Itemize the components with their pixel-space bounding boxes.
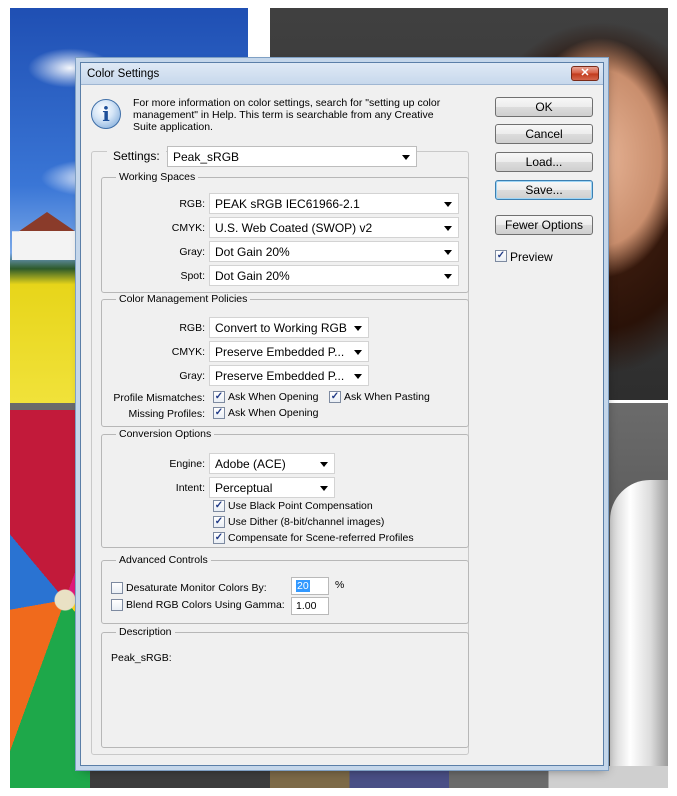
- settings-label: Settings:: [107, 149, 166, 163]
- close-icon: ✕: [580, 67, 590, 79]
- working-rgb-value: PEAK sRGB IEC61966-2.1: [215, 197, 360, 211]
- chevron-down-icon: [444, 250, 452, 255]
- load-button[interactable]: Load...: [495, 152, 593, 172]
- preview-label: Preview: [510, 250, 553, 264]
- checkbox-checked: ✓: [213, 516, 225, 528]
- working-spot-value: Dot Gain 20%: [215, 269, 290, 283]
- working-gray-select[interactable]: Dot Gain 20%: [209, 241, 459, 262]
- black-point-checkbox[interactable]: ✓ Use Black Point Compensation: [213, 500, 413, 514]
- color-settings-dialog: Color Settings ✕ i For more information …: [80, 62, 604, 766]
- working-gray-label: Gray:: [179, 246, 205, 258]
- profile-mismatches-label: Profile Mismatches:: [113, 392, 205, 404]
- description-title: Description: [116, 626, 175, 638]
- checkbox-checked: ✓: [329, 391, 341, 403]
- checkbox-checked: ✓: [213, 391, 225, 403]
- title-bar[interactable]: Color Settings ✕: [81, 63, 603, 85]
- policy-rgb-select[interactable]: Convert to Working RGB: [209, 317, 369, 338]
- policy-cmyk-select[interactable]: Preserve Embedded P...: [209, 341, 369, 362]
- checkbox-checked: ✓: [213, 407, 225, 419]
- preview-checkbox[interactable]: ✓ Preview: [495, 250, 585, 264]
- policies-title: Color Management Policies: [116, 293, 251, 305]
- chevron-down-icon: [320, 486, 328, 491]
- mismatch-ask-opening-label: Ask When Opening: [228, 391, 319, 403]
- intent-value: Perceptual: [215, 481, 273, 495]
- settings-select[interactable]: Peak_sRGB: [167, 146, 417, 167]
- policy-rgb-label: RGB:: [179, 322, 205, 334]
- save-button[interactable]: Save...: [495, 180, 593, 200]
- missing-ask-opening-checkbox[interactable]: ✓ Ask When Opening: [213, 407, 323, 421]
- chevron-down-icon: [444, 226, 452, 231]
- intent-label: Intent:: [175, 482, 205, 494]
- checkbox-checked: ✓: [213, 532, 225, 544]
- desaturate-label: Desaturate Monitor Colors By:: [126, 582, 267, 594]
- checkbox-unchecked: [111, 582, 123, 594]
- blend-gamma-checkbox[interactable]: Blend RGB Colors Using Gamma:: [111, 599, 287, 613]
- blend-gamma-label: Blend RGB Colors Using Gamma:: [126, 599, 285, 611]
- chevron-down-icon: [444, 274, 452, 279]
- engine-select[interactable]: Adobe (ACE): [209, 453, 335, 474]
- desaturate-value: 20: [296, 580, 310, 592]
- policy-gray-value: Preserve Embedded P...: [215, 369, 345, 383]
- info-icon: i: [91, 99, 121, 129]
- description-group: Description: [101, 626, 469, 748]
- working-cmyk-label: CMYK:: [171, 222, 205, 234]
- working-rgb-label: RGB:: [179, 198, 205, 210]
- dialog-title: Color Settings: [87, 68, 160, 80]
- blend-gamma-value: 1.00: [296, 600, 317, 612]
- chevron-down-icon: [320, 462, 328, 467]
- dither-label: Use Dither (8-bit/channel images): [228, 516, 385, 528]
- working-cmyk-value: U.S. Web Coated (SWOP) v2: [215, 221, 373, 235]
- policy-cmyk-value: Preserve Embedded P...: [215, 345, 345, 359]
- cancel-button[interactable]: Cancel: [495, 124, 593, 144]
- working-spot-select[interactable]: Dot Gain 20%: [209, 265, 459, 286]
- chevron-down-icon: [402, 155, 410, 160]
- working-rgb-select[interactable]: PEAK sRGB IEC61966-2.1: [209, 193, 459, 214]
- missing-profiles-label: Missing Profiles:: [128, 408, 205, 420]
- mismatch-ask-pasting-checkbox[interactable]: ✓ Ask When Pasting: [329, 391, 439, 405]
- advanced-title: Advanced Controls: [116, 554, 211, 566]
- dither-checkbox[interactable]: ✓ Use Dither (8-bit/channel images): [213, 516, 413, 530]
- policy-cmyk-label: CMYK:: [171, 346, 205, 358]
- policy-gray-label: Gray:: [179, 370, 205, 382]
- background-bottom-strip: [270, 766, 668, 788]
- chevron-down-icon: [354, 350, 362, 355]
- checkbox-checked: ✓: [495, 250, 507, 262]
- checkbox-checked: ✓: [213, 500, 225, 512]
- conversion-title: Conversion Options: [116, 428, 215, 440]
- settings-value: Peak_sRGB: [173, 150, 240, 164]
- close-button[interactable]: ✕: [571, 66, 599, 81]
- info-message: For more information on color settings, …: [133, 97, 441, 133]
- background-tube-photo: [610, 480, 668, 780]
- percent-label: %: [335, 579, 345, 591]
- chevron-down-icon: [444, 202, 452, 207]
- fewer-options-button[interactable]: Fewer Options: [495, 215, 593, 235]
- working-cmyk-select[interactable]: U.S. Web Coated (SWOP) v2: [209, 217, 459, 238]
- mismatch-ask-opening-checkbox[interactable]: ✓ Ask When Opening: [213, 391, 323, 405]
- policy-rgb-value: Convert to Working RGB: [215, 321, 347, 335]
- background-pinwheel-photo: [10, 410, 90, 788]
- description-text: Peak_sRGB:: [111, 652, 172, 664]
- ok-button[interactable]: OK: [495, 97, 593, 117]
- scene-referred-checkbox[interactable]: ✓ Compensate for Scene-referred Profiles: [213, 532, 443, 546]
- engine-label: Engine:: [169, 458, 205, 470]
- engine-value: Adobe (ACE): [215, 457, 286, 471]
- checkbox-unchecked: [111, 599, 123, 611]
- scene-referred-label: Compensate for Scene-referred Profiles: [228, 532, 414, 544]
- black-point-label: Use Black Point Compensation: [228, 500, 373, 512]
- chevron-down-icon: [354, 326, 362, 331]
- desaturate-checkbox[interactable]: Desaturate Monitor Colors By:: [111, 582, 287, 596]
- working-spaces-title: Working Spaces: [116, 171, 199, 183]
- missing-ask-opening-label: Ask When Opening: [228, 407, 319, 419]
- intent-select[interactable]: Perceptual: [209, 477, 335, 498]
- working-gray-value: Dot Gain 20%: [215, 245, 290, 259]
- working-spot-label: Spot:: [180, 270, 205, 282]
- blend-gamma-input[interactable]: 1.00: [291, 597, 329, 615]
- desaturate-input[interactable]: 20: [291, 577, 329, 595]
- chevron-down-icon: [354, 374, 362, 379]
- mismatch-ask-pasting-label: Ask When Pasting: [344, 391, 430, 403]
- policy-gray-select[interactable]: Preserve Embedded P...: [209, 365, 369, 386]
